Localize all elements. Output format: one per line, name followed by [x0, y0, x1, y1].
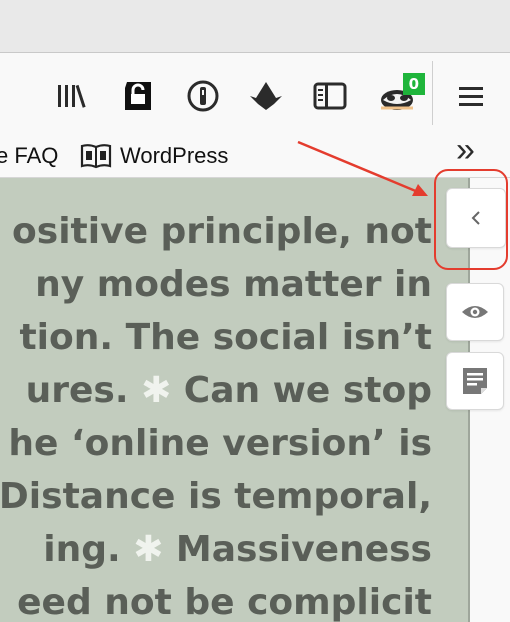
annotation-arrow-icon — [297, 140, 428, 196]
